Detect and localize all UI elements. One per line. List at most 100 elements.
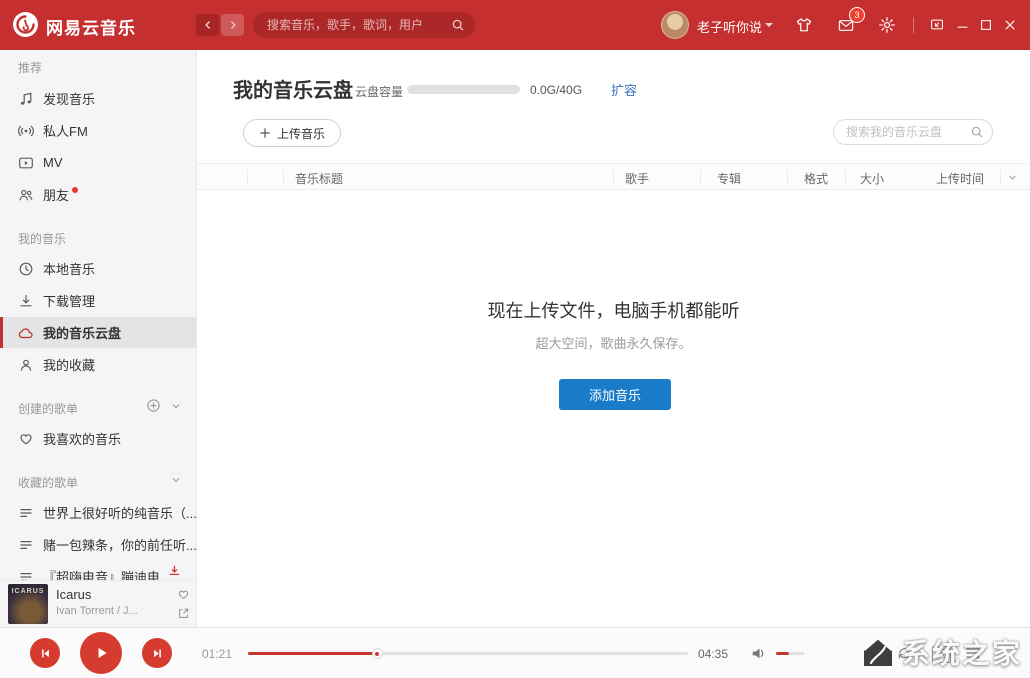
play-button[interactable] <box>80 632 122 674</box>
play-mode-loop-icon[interactable] <box>896 644 914 662</box>
back-button[interactable] <box>196 14 219 36</box>
playlist-icon <box>18 505 34 521</box>
empty-state-title: 现在上传文件，电脑手机都能听 <box>197 297 1030 323</box>
user-name[interactable]: 老子听你说 <box>697 17 762 36</box>
column-header-artist[interactable]: 歌手 <box>625 170 649 187</box>
sidebar-item-friends[interactable]: 朋友 <box>0 179 197 210</box>
column-header-title[interactable]: 音乐标题 <box>295 170 343 187</box>
sidebar-item-label: 赌一包辣条，你的前任听... <box>43 535 197 554</box>
sidebar-item-discover[interactable]: 发现音乐 <box>0 83 197 114</box>
progress-bar[interactable] <box>248 652 688 655</box>
column-settings-chevron-icon[interactable] <box>1007 172 1018 183</box>
sidebar-item-label: 我的收藏 <box>43 355 95 374</box>
topbar-search[interactable] <box>253 12 475 38</box>
notification-dot <box>72 187 78 193</box>
user-avatar[interactable] <box>661 11 689 39</box>
sidebar-item-playlist[interactable]: 赌一包辣条，你的前任听... <box>0 529 197 560</box>
topbar-search-input[interactable] <box>253 12 475 38</box>
topbar-divider <box>913 17 914 33</box>
sidebar-item-label: 我喜欢的音乐 <box>43 429 121 448</box>
column-header-album[interactable]: 专辑 <box>717 170 741 187</box>
sidebar-item-label: 朋友 <box>43 185 69 204</box>
expand-capacity-link[interactable]: 扩容 <box>611 80 637 99</box>
sidebar-item-label: MV <box>43 155 63 170</box>
capacity-bar <box>407 85 520 94</box>
mv-video-icon <box>18 155 34 171</box>
lyrics-button[interactable]: 词 <box>932 646 951 663</box>
heart-icon <box>18 431 34 447</box>
capacity-value: 0.0G/40G <box>530 83 582 97</box>
sidebar-item-mv[interactable]: MV <box>0 147 197 178</box>
playlist-icon <box>18 569 34 581</box>
play-queue-icon[interactable] <box>964 644 982 662</box>
app-logo-icon[interactable] <box>12 11 39 38</box>
add-music-button[interactable]: 添加音乐 <box>559 379 671 410</box>
current-time: 01:21 <box>202 647 232 661</box>
sidebar-section-my-music: 我的音乐 <box>18 230 66 247</box>
next-track-button[interactable] <box>142 638 172 668</box>
forward-button[interactable] <box>221 14 244 36</box>
sidebar-item-my-collection[interactable]: 我的收藏 <box>0 349 197 380</box>
gear-icon[interactable] <box>878 16 896 34</box>
like-heart-icon[interactable] <box>177 588 190 601</box>
cloud-search[interactable] <box>833 119 993 145</box>
column-header-upload-time[interactable]: 上传时间 <box>936 170 984 187</box>
column-divider <box>845 169 846 184</box>
collapse-collected-chevron-icon[interactable] <box>170 474 182 486</box>
sidebar-section-recommend: 推荐 <box>18 59 42 76</box>
column-divider <box>787 169 788 184</box>
netease-music-window: 网易云音乐 老子听你说 3 推荐 发现音乐 私人 <box>0 0 1030 678</box>
theme-skin-icon[interactable] <box>795 16 813 34</box>
now-playing-artist[interactable]: Ivan Torrent / J... <box>56 605 166 617</box>
maximize-icon[interactable] <box>979 18 993 32</box>
now-playing-title[interactable]: Icarus <box>56 587 166 602</box>
progress-thumb[interactable] <box>372 648 383 659</box>
sidebar-section-created-playlists: 创建的歌单 <box>18 400 78 417</box>
column-header-format[interactable]: 格式 <box>804 170 828 187</box>
sidebar-item-playlist[interactable]: 世界上很好听的纯音乐（... <box>0 497 197 528</box>
page-title: 我的音乐云盘 <box>233 74 353 103</box>
now-playing-panel: ICARUS Icarus Ivan Torrent / J... <box>0 580 197 627</box>
sidebar: 推荐 发现音乐 私人FM MV 朋友 我的音乐 本地音乐 下载管理 <box>0 50 197 580</box>
chevron-left-icon <box>203 20 213 30</box>
column-divider <box>1000 169 1001 184</box>
topbar: 网易云音乐 老子听你说 3 <box>0 0 1030 50</box>
user-menu-caret-icon[interactable] <box>765 23 773 31</box>
column-divider <box>283 169 284 184</box>
search-icon[interactable] <box>970 125 984 139</box>
app-title: 网易云音乐 <box>46 14 136 39</box>
download-icon <box>18 293 34 309</box>
next-icon <box>151 647 164 660</box>
album-cover[interactable]: ICARUS <box>8 584 48 624</box>
previous-track-button[interactable] <box>30 638 60 668</box>
upload-music-label: 上传音乐 <box>277 125 325 142</box>
volume-slider[interactable] <box>776 652 804 655</box>
capacity-label: 云盘容量 <box>355 83 403 100</box>
upload-music-button[interactable]: 上传音乐 <box>243 119 341 147</box>
column-header-size[interactable]: 大小 <box>860 170 884 187</box>
sidebar-item-download-manager[interactable]: 下载管理 <box>0 285 197 316</box>
sidebar-item-music-cloud-drive[interactable]: 我的音乐云盘 <box>0 317 197 348</box>
sidebar-item-private-fm[interactable]: 私人FM <box>0 115 197 146</box>
column-divider <box>613 169 614 184</box>
cloud-search-input[interactable] <box>834 120 992 144</box>
add-playlist-icon[interactable] <box>146 398 161 413</box>
share-icon[interactable] <box>177 607 190 620</box>
cloud-icon <box>18 325 34 341</box>
sidebar-item-favorite-music[interactable]: 我喜欢的音乐 <box>0 423 197 454</box>
player-bar: 01:21 04:35 词 <box>0 627 1030 678</box>
collection-person-icon <box>18 357 34 373</box>
music-note-icon <box>18 91 34 107</box>
close-icon[interactable] <box>1003 18 1017 32</box>
sidebar-item-local-music[interactable]: 本地音乐 <box>0 253 197 284</box>
search-icon[interactable] <box>451 18 465 32</box>
plus-icon <box>259 127 271 139</box>
previous-icon <box>39 647 52 660</box>
volume-icon[interactable] <box>750 645 767 662</box>
chevron-right-icon <box>228 20 238 30</box>
mini-mode-icon[interactable] <box>929 17 945 32</box>
minimize-icon[interactable] <box>955 18 970 32</box>
collapse-created-chevron-icon[interactable] <box>170 400 182 412</box>
playlist-icon <box>18 537 34 553</box>
sidebar-item-label: 我的音乐云盘 <box>43 323 121 342</box>
